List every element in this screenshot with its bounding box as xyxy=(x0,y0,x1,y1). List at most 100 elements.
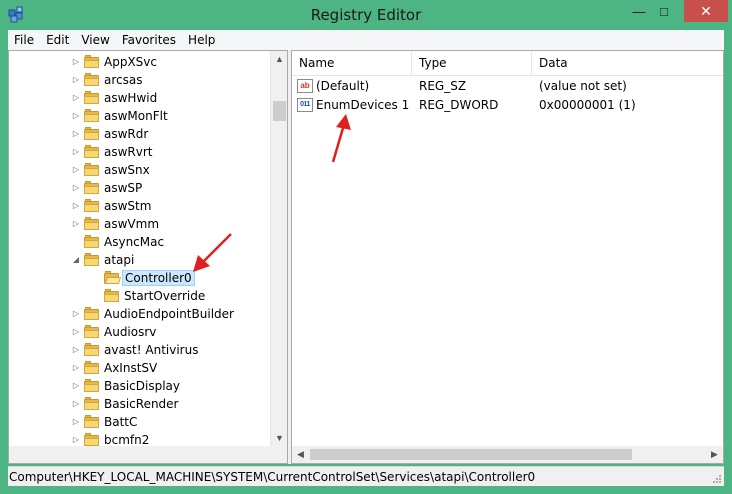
collapsed-chevron-icon[interactable]: ▷ xyxy=(71,164,81,176)
folder-icon xyxy=(84,253,99,266)
folder-icon xyxy=(84,325,99,338)
collapsed-chevron-icon[interactable]: ▷ xyxy=(71,326,81,338)
close-button[interactable]: ✕ xyxy=(684,0,728,22)
maximize-icon: □ xyxy=(660,3,668,19)
tree-vertical-scrollbar[interactable]: ▲ ▼ xyxy=(270,51,287,447)
collapsed-chevron-icon[interactable]: ▷ xyxy=(71,200,81,212)
tree-item[interactable]: ▷ aswHwid xyxy=(9,89,271,107)
tree-item[interactable]: ▷ arcsas xyxy=(9,71,271,89)
tree-item[interactable]: ▷ BattC xyxy=(9,413,271,431)
value-name-cell: EnumDevices 1 xyxy=(316,98,410,112)
collapsed-chevron-icon[interactable]: ▷ xyxy=(71,380,81,392)
folder-icon xyxy=(104,289,119,302)
column-header-name[interactable]: Name xyxy=(292,51,412,75)
tree-item[interactable]: ▷ AppXSvc xyxy=(9,53,271,71)
registry-editor-window: Registry Editor — □ ✕ File Edit View Fav… xyxy=(0,0,732,494)
tree-item[interactable]: AsyncMac xyxy=(9,233,271,251)
tree-item[interactable]: ▷ aswRdr xyxy=(9,125,271,143)
scroll-down-icon[interactable]: ▼ xyxy=(271,430,287,447)
tree-item[interactable]: ▷ aswSnx xyxy=(9,161,271,179)
collapsed-chevron-icon[interactable]: ▷ xyxy=(71,92,81,104)
tree-item[interactable]: ▷ aswStm xyxy=(9,197,271,215)
dword-value-icon: 011 xyxy=(297,98,313,112)
maximize-button[interactable]: □ xyxy=(652,0,676,22)
tree-horizontal-scrollbar[interactable] xyxy=(9,446,271,463)
collapsed-chevron-icon[interactable]: ▷ xyxy=(71,398,81,410)
collapsed-chevron-icon[interactable]: ▷ xyxy=(71,416,81,428)
collapsed-chevron-icon[interactable]: ▷ xyxy=(71,344,81,356)
folder-icon xyxy=(84,235,99,248)
tree-item-label: bcmfn2 xyxy=(104,433,150,447)
column-header-row: Name Type Data xyxy=(292,51,723,76)
value-row[interactable]: 011 EnumDevices 1 REG_DWORD 0x00000001 (1) xyxy=(292,96,723,115)
collapsed-chevron-icon[interactable]: ▷ xyxy=(71,308,81,320)
collapsed-chevron-icon[interactable]: ▷ xyxy=(71,56,81,68)
menu-file[interactable]: File xyxy=(8,30,40,50)
tree-item[interactable]: ▷ avast! Antivirus xyxy=(9,341,271,359)
tree-item-label: Audiosrv xyxy=(104,325,157,339)
close-icon: ✕ xyxy=(700,2,712,19)
folder-icon xyxy=(84,199,99,212)
tree-item-label: AsyncMac xyxy=(104,235,165,249)
menu-edit[interactable]: Edit xyxy=(40,30,75,50)
minimize-icon: — xyxy=(632,3,646,19)
tree-item-label: atapi xyxy=(104,253,135,267)
tree-item[interactable]: ▷ aswMonFlt xyxy=(9,107,271,125)
scroll-right-icon[interactable]: ▶ xyxy=(706,446,723,463)
scroll-up-icon[interactable]: ▲ xyxy=(271,51,287,68)
minimize-button[interactable]: — xyxy=(628,0,650,22)
key-tree-pane[interactable]: ▷ AppXSvc ▷ arcsas ▷ aswHwid ▷ aswMonFlt ▷ aswRdr… xyxy=(8,50,288,464)
tree-item[interactable]: ▷ AxInstSV xyxy=(9,359,271,377)
title-bar[interactable]: Registry Editor — □ ✕ xyxy=(0,0,732,30)
value-data-cell: 0x00000001 (1) xyxy=(539,98,636,112)
value-name-cell: (Default) xyxy=(316,79,370,93)
menu-help[interactable]: Help xyxy=(182,30,221,50)
tree-item[interactable]: ▷ BasicDisplay xyxy=(9,377,271,395)
resize-grip-icon[interactable] xyxy=(712,474,722,484)
collapsed-chevron-icon[interactable]: ▷ xyxy=(71,146,81,158)
tree-scroll-thumb[interactable] xyxy=(273,101,286,121)
expanded-chevron-icon[interactable]: ◢ xyxy=(71,254,81,266)
collapsed-chevron-icon[interactable]: ▷ xyxy=(71,362,81,374)
tree-item-label: aswVmm xyxy=(104,217,160,231)
tree-item[interactable]: ▷ aswSP xyxy=(9,179,271,197)
collapsed-chevron-icon[interactable]: ▷ xyxy=(71,434,81,446)
scroll-left-icon[interactable]: ◀ xyxy=(292,446,309,463)
menu-view[interactable]: View xyxy=(75,30,115,50)
tree-item-label: aswRdr xyxy=(104,127,149,141)
values-horizontal-scrollbar[interactable]: ◀ ▶ xyxy=(292,446,723,463)
column-header-type[interactable]: Type xyxy=(412,51,532,75)
tree-item-label: arcsas xyxy=(104,73,143,87)
tree-item[interactable]: ▷ aswRvrt xyxy=(9,143,271,161)
value-type-cell: REG_DWORD xyxy=(419,98,499,112)
collapsed-chevron-icon[interactable]: ▷ xyxy=(71,182,81,194)
collapsed-chevron-icon[interactable]: ▷ xyxy=(71,74,81,86)
tree-item-label: aswMonFlt xyxy=(104,109,168,123)
folder-icon xyxy=(84,109,99,122)
window-title: Registry Editor xyxy=(310,6,422,24)
values-scroll-thumb[interactable] xyxy=(310,449,632,460)
tree-item[interactable]: ▷ bcmfn2 xyxy=(9,431,271,447)
menu-favorites[interactable]: Favorites xyxy=(116,30,182,50)
folder-icon xyxy=(84,55,99,68)
tree-item[interactable]: ◢ atapi xyxy=(9,251,271,269)
collapsed-chevron-icon[interactable]: ▷ xyxy=(71,110,81,122)
tree-item[interactable]: Controller0 xyxy=(9,269,271,287)
column-header-data[interactable]: Data xyxy=(532,51,723,75)
collapsed-chevron-icon[interactable]: ▷ xyxy=(71,218,81,230)
tree-item[interactable]: ▷ Audiosrv xyxy=(9,323,271,341)
value-data-cell: (value not set) xyxy=(539,79,627,93)
string-value-icon: ab xyxy=(297,79,313,93)
tree-item-label: BasicRender xyxy=(104,397,179,411)
tree-item[interactable]: ▷ aswVmm xyxy=(9,215,271,233)
tree-item[interactable]: StartOverride xyxy=(9,287,271,305)
collapsed-chevron-icon[interactable]: ▷ xyxy=(71,128,81,140)
folder-icon xyxy=(84,343,99,356)
tree-item[interactable]: ▷ BasicRender xyxy=(9,395,271,413)
values-list-pane[interactable]: Name Type Data ab (Default) REG_SZ (value n… xyxy=(291,50,724,464)
status-bar: Computer\HKEY_LOCAL_MACHINE\SYSTEM\Curre… xyxy=(8,466,724,486)
folder-icon xyxy=(84,163,99,176)
tree-item[interactable]: ▷ AudioEndpointBuilder xyxy=(9,305,271,323)
tree-item-label: aswRvrt xyxy=(104,145,153,159)
value-row[interactable]: ab (Default) REG_SZ (value not set) xyxy=(292,77,723,96)
